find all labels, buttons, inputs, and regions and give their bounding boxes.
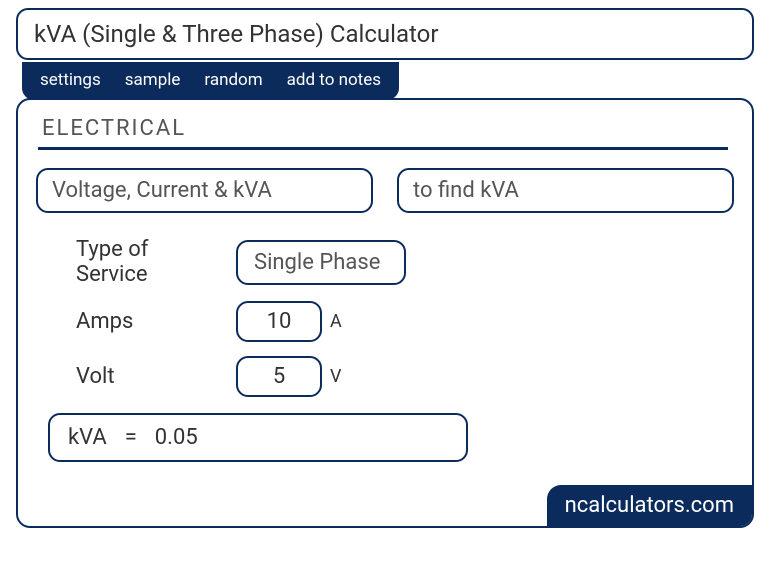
tabs-bar: settings sample random add to notes bbox=[22, 62, 399, 100]
volt-input[interactable]: 5 bbox=[236, 356, 322, 397]
type-of-service-select[interactable]: Single Phase bbox=[236, 240, 406, 285]
section-title: ELECTRICAL bbox=[38, 116, 728, 150]
row-amps: Amps 10 A bbox=[76, 301, 734, 342]
calculator-panel: ELECTRICAL Voltage, Current & kVA to fin… bbox=[16, 98, 754, 528]
mode-selectors: Voltage, Current & kVA to find kVA bbox=[36, 168, 734, 213]
result-box: kVA = 0.05 bbox=[48, 413, 468, 462]
volt-unit: V bbox=[330, 366, 341, 387]
result-label: kVA bbox=[68, 425, 107, 450]
result-eq: = bbox=[125, 425, 137, 450]
row-volt: Volt 5 V bbox=[76, 356, 734, 397]
tab-random[interactable]: random bbox=[204, 70, 262, 90]
tab-sample[interactable]: sample bbox=[125, 70, 181, 90]
type-of-service-label: Type of Service bbox=[76, 237, 236, 287]
row-type-of-service: Type of Service Single Phase bbox=[76, 237, 734, 287]
amps-input[interactable]: 10 bbox=[236, 301, 322, 342]
amps-label: Amps bbox=[76, 309, 236, 334]
result-value: 0.05 bbox=[155, 425, 198, 450]
watermark: ncalculators.com bbox=[547, 485, 752, 526]
volt-label: Volt bbox=[76, 364, 236, 389]
tab-add-to-notes[interactable]: add to notes bbox=[287, 70, 381, 90]
amps-unit: A bbox=[330, 311, 342, 332]
mode-select[interactable]: Voltage, Current & kVA bbox=[36, 168, 373, 213]
goal-select[interactable]: to find kVA bbox=[397, 168, 734, 213]
tab-settings[interactable]: settings bbox=[40, 70, 101, 90]
page-title: kVA (Single & Three Phase) Calculator bbox=[16, 8, 754, 60]
